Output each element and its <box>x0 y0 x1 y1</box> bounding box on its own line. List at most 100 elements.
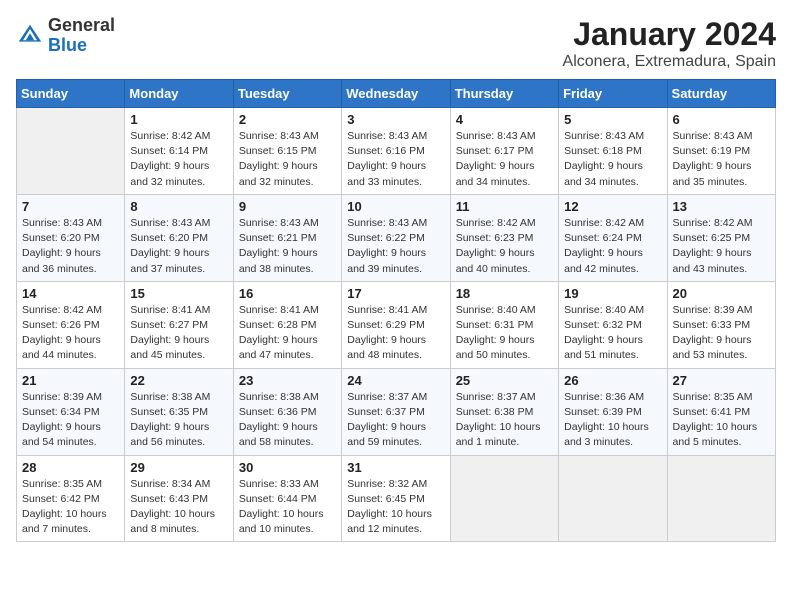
calendar-cell: 19Sunrise: 8:40 AMSunset: 6:32 PMDayligh… <box>559 281 667 368</box>
day-info: Sunrise: 8:41 AMSunset: 6:29 PMDaylight:… <box>347 303 444 364</box>
calendar-cell: 13 Sunrise: 8:42 AMSunset: 6:25 PMDayligh… <box>667 194 775 281</box>
day-number: 18 <box>456 286 553 301</box>
calendar-cell: 6 Sunrise: 8:43 AMSunset: 6:19 PMDaylight… <box>667 108 775 195</box>
calendar-cell: 24 Sunrise: 8:37 AMSunset: 6:37 PMDayligh… <box>342 368 450 455</box>
day-number: 28 <box>22 460 119 475</box>
day-info: Sunrise: 8:39 AMSunset: 6:33 PMDaylight:… <box>673 303 770 364</box>
day-number: 21 <box>22 373 119 388</box>
day-number: 1 <box>130 112 227 127</box>
calendar-cell: 20 Sunrise: 8:39 AMSunset: 6:33 PMDayligh… <box>667 281 775 368</box>
day-number: 9 <box>239 199 336 214</box>
day-number: 6 <box>673 112 770 127</box>
page-title: January 2024 <box>563 16 776 53</box>
day-number: 19 <box>564 286 661 301</box>
title-block: January 2024 Alconera, Extremadura, Spai… <box>563 16 776 71</box>
day-info: Sunrise: 8:37 AMSunset: 6:37 PMDaylight:… <box>347 390 444 451</box>
day-info: Sunrise: 8:42 AMSunset: 6:26 PMDaylight:… <box>22 303 119 364</box>
calendar-cell: 5 Sunrise: 8:43 AMSunset: 6:18 PMDaylight… <box>559 108 667 195</box>
calendar-cell: 11 Sunrise: 8:42 AMSunset: 6:23 PMDayligh… <box>450 194 558 281</box>
calendar-cell: 21Sunrise: 8:39 AMSunset: 6:34 PMDayligh… <box>17 368 125 455</box>
day-info: Sunrise: 8:35 AMSunset: 6:41 PMDaylight:… <box>673 390 770 451</box>
day-info: Sunrise: 8:35 AMSunset: 6:42 PMDaylight:… <box>22 477 119 538</box>
calendar-cell: 15 Sunrise: 8:41 AMSunset: 6:27 PMDayligh… <box>125 281 233 368</box>
calendar-cell <box>17 108 125 195</box>
day-number: 22 <box>130 373 227 388</box>
day-number: 2 <box>239 112 336 127</box>
day-info: Sunrise: 8:43 AMSunset: 6:16 PMDaylight:… <box>347 129 444 190</box>
day-number: 15 <box>130 286 227 301</box>
day-info: Sunrise: 8:43 AMSunset: 6:20 PMDaylight:… <box>130 216 227 277</box>
calendar-header-row: SundayMondayTuesdayWednesdayThursdayFrid… <box>17 80 776 108</box>
day-number: 13 <box>673 199 770 214</box>
calendar-cell: 8 Sunrise: 8:43 AMSunset: 6:20 PMDaylight… <box>125 194 233 281</box>
day-header-monday: Monday <box>125 80 233 108</box>
calendar-cell: 7 Sunrise: 8:43 AMSunset: 6:20 PMDaylight… <box>17 194 125 281</box>
calendar-cell: 31 Sunrise: 8:32 AMSunset: 6:45 PMDayligh… <box>342 455 450 542</box>
day-info: Sunrise: 8:41 AMSunset: 6:27 PMDaylight:… <box>130 303 227 364</box>
day-number: 27 <box>673 373 770 388</box>
calendar-cell <box>559 455 667 542</box>
day-header-thursday: Thursday <box>450 80 558 108</box>
day-number: 5 <box>564 112 661 127</box>
day-number: 24 <box>347 373 444 388</box>
day-number: 11 <box>456 199 553 214</box>
logo-blue: Blue <box>48 35 87 55</box>
calendar-cell: 30Sunrise: 8:33 AMSunset: 6:44 PMDayligh… <box>233 455 341 542</box>
day-info: Sunrise: 8:32 AMSunset: 6:45 PMDaylight:… <box>347 477 444 538</box>
logo: General Blue <box>16 16 115 56</box>
day-number: 25 <box>456 373 553 388</box>
calendar-week-4: 21Sunrise: 8:39 AMSunset: 6:34 PMDayligh… <box>17 368 776 455</box>
day-info: Sunrise: 8:38 AMSunset: 6:35 PMDaylight:… <box>130 390 227 451</box>
calendar-cell: 28 Sunrise: 8:35 AMSunset: 6:42 PMDayligh… <box>17 455 125 542</box>
calendar-cell: 12Sunrise: 8:42 AMSunset: 6:24 PMDayligh… <box>559 194 667 281</box>
calendar-cell: 1 Sunrise: 8:42 AMSunset: 6:14 PMDaylight… <box>125 108 233 195</box>
calendar-week-3: 14 Sunrise: 8:42 AMSunset: 6:26 PMDayligh… <box>17 281 776 368</box>
day-info: Sunrise: 8:43 AMSunset: 6:17 PMDaylight:… <box>456 129 553 190</box>
day-number: 3 <box>347 112 444 127</box>
page-subtitle: Alconera, Extremadura, Spain <box>563 53 776 71</box>
day-info: Sunrise: 8:43 AMSunset: 6:20 PMDaylight:… <box>22 216 119 277</box>
day-number: 17 <box>347 286 444 301</box>
day-header-sunday: Sunday <box>17 80 125 108</box>
day-info: Sunrise: 8:37 AMSunset: 6:38 PMDaylight:… <box>456 390 553 451</box>
day-number: 20 <box>673 286 770 301</box>
day-info: Sunrise: 8:42 AMSunset: 6:23 PMDaylight:… <box>456 216 553 277</box>
day-number: 31 <box>347 460 444 475</box>
day-number: 7 <box>22 199 119 214</box>
calendar-table: SundayMondayTuesdayWednesdayThursdayFrid… <box>16 79 776 542</box>
calendar-cell: 16Sunrise: 8:41 AMSunset: 6:28 PMDayligh… <box>233 281 341 368</box>
day-info: Sunrise: 8:43 AMSunset: 6:18 PMDaylight:… <box>564 129 661 190</box>
calendar-week-1: 1 Sunrise: 8:42 AMSunset: 6:14 PMDaylight… <box>17 108 776 195</box>
calendar-cell: 18 Sunrise: 8:40 AMSunset: 6:31 PMDayligh… <box>450 281 558 368</box>
logo-general: General <box>48 15 115 35</box>
day-number: 23 <box>239 373 336 388</box>
logo-icon <box>16 22 44 50</box>
day-number: 16 <box>239 286 336 301</box>
day-number: 12 <box>564 199 661 214</box>
calendar-cell <box>667 455 775 542</box>
calendar-cell <box>450 455 558 542</box>
day-header-wednesday: Wednesday <box>342 80 450 108</box>
calendar-cell: 10 Sunrise: 8:43 AMSunset: 6:22 PMDayligh… <box>342 194 450 281</box>
day-info: Sunrise: 8:36 AMSunset: 6:39 PMDaylight:… <box>564 390 661 451</box>
day-number: 10 <box>347 199 444 214</box>
day-number: 14 <box>22 286 119 301</box>
day-info: Sunrise: 8:40 AMSunset: 6:31 PMDaylight:… <box>456 303 553 364</box>
day-info: Sunrise: 8:43 AMSunset: 6:21 PMDaylight:… <box>239 216 336 277</box>
calendar-cell: 2Sunrise: 8:43 AMSunset: 6:15 PMDaylight… <box>233 108 341 195</box>
day-info: Sunrise: 8:34 AMSunset: 6:43 PMDaylight:… <box>130 477 227 538</box>
day-info: Sunrise: 8:43 AMSunset: 6:22 PMDaylight:… <box>347 216 444 277</box>
calendar-week-2: 7 Sunrise: 8:43 AMSunset: 6:20 PMDaylight… <box>17 194 776 281</box>
calendar-cell: 26 Sunrise: 8:36 AMSunset: 6:39 PMDayligh… <box>559 368 667 455</box>
day-info: Sunrise: 8:42 AMSunset: 6:14 PMDaylight:… <box>130 129 227 190</box>
day-info: Sunrise: 8:42 AMSunset: 6:25 PMDaylight:… <box>673 216 770 277</box>
page-header: General Blue January 2024 Alconera, Extr… <box>16 16 776 71</box>
calendar-cell: 4Sunrise: 8:43 AMSunset: 6:17 PMDaylight… <box>450 108 558 195</box>
calendar-week-5: 28 Sunrise: 8:35 AMSunset: 6:42 PMDayligh… <box>17 455 776 542</box>
calendar-cell: 22 Sunrise: 8:38 AMSunset: 6:35 PMDayligh… <box>125 368 233 455</box>
day-number: 8 <box>130 199 227 214</box>
day-info: Sunrise: 8:43 AMSunset: 6:19 PMDaylight:… <box>673 129 770 190</box>
calendar-cell: 14 Sunrise: 8:42 AMSunset: 6:26 PMDayligh… <box>17 281 125 368</box>
day-number: 26 <box>564 373 661 388</box>
calendar-cell: 27 Sunrise: 8:35 AMSunset: 6:41 PMDayligh… <box>667 368 775 455</box>
